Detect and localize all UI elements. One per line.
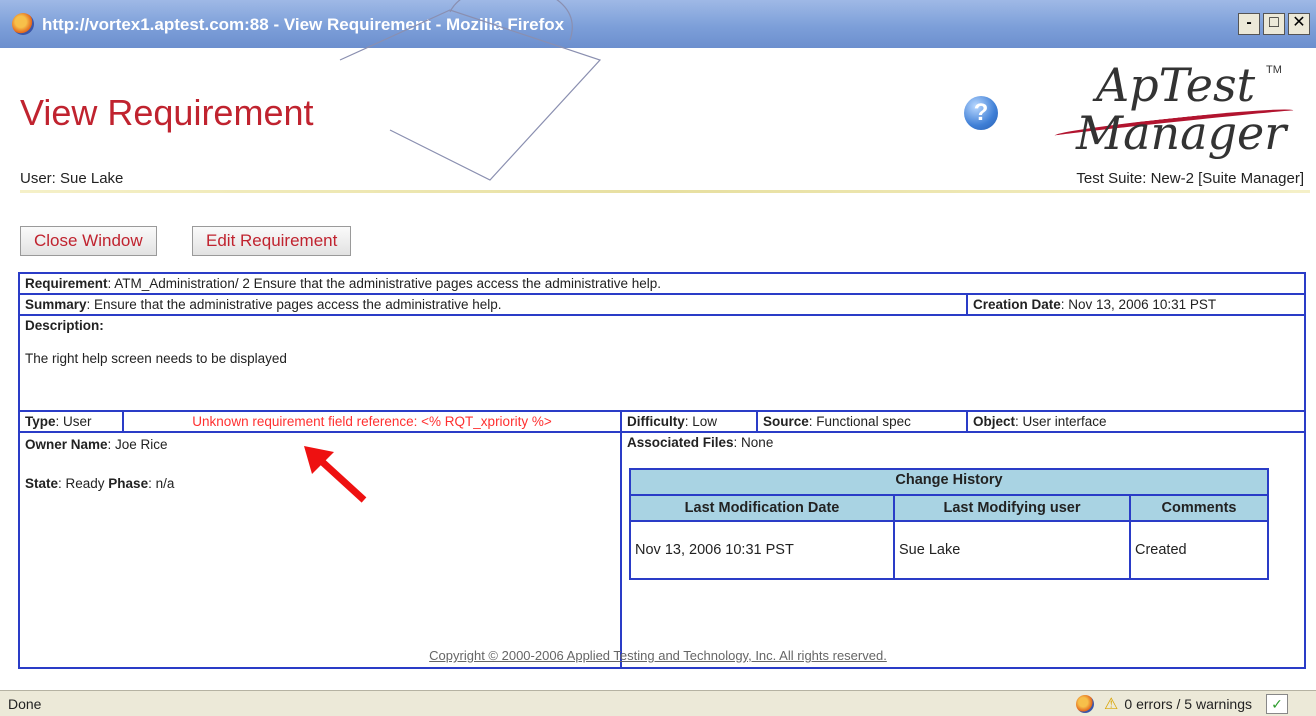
requirement-row: Requirement: ATM_Administration/ 2 Ensur… [17, 272, 1307, 295]
page-title: View Requirement [20, 92, 314, 133]
change-history-header: Last Modification Date Last Modifying us… [629, 494, 1269, 522]
description-label: Description [25, 318, 100, 333]
state-value: : Ready [58, 476, 109, 491]
status-text: Done [8, 695, 42, 712]
edit-requirement-button[interactable]: Edit Requirement [192, 226, 352, 256]
validator-check-icon[interactable]: ✓ [1266, 693, 1288, 714]
difficulty-cell: Difficulty: Low [620, 410, 758, 433]
summary-label: Summary [25, 297, 87, 312]
requirement-cell: Requirement: ATM_Administration/ 2 Ensur… [17, 272, 1307, 295]
column-header: Last Modifying user [893, 494, 1131, 522]
state-label: State [25, 476, 59, 491]
requirement-label: Requirement [25, 276, 108, 291]
creation-date-value: : Nov 13, 2006 10:31 PST [1060, 297, 1217, 312]
table-cell: Created [1129, 520, 1269, 580]
status-bar: Done ⚠ 0 errors / 5 warnings ✓ [0, 690, 1316, 716]
creation-date-label: Creation Date [973, 297, 1061, 312]
phase-value: : n/a [148, 476, 175, 491]
summary-value: : Ensure that the administrative pages a… [86, 297, 502, 312]
difficulty-value: : Low [684, 414, 718, 429]
priority-error-cell: Unknown requirement field reference: <% … [122, 410, 622, 433]
table-row: Nov 13, 2006 10:31 PST Sue Lake Created [629, 520, 1269, 580]
current-user: User: Sue Lake [20, 170, 124, 187]
requirement-details-table: Requirement: ATM_Administration/ 2 Ensur… [17, 272, 1307, 669]
test-suite-label: Test Suite: New-2 [Suite Manager] [1076, 170, 1304, 187]
firefox-status-icon[interactable] [1076, 694, 1095, 713]
description-text: The right help screen needs to be displa… [25, 351, 287, 366]
source-value: : Functional spec [808, 414, 911, 429]
firefox-icon [12, 13, 34, 35]
column-header: Comments [1129, 494, 1269, 522]
associated-files-line: Associated Files: None [627, 435, 1299, 450]
associated-files-label: Associated Files [627, 435, 734, 450]
owner-value: : Joe Rice [107, 437, 168, 452]
header-divider [20, 190, 1310, 193]
object-label: Object [973, 414, 1016, 429]
source-cell: Source: Functional spec [756, 410, 968, 433]
lower-row: Owner Name: Joe Rice State: Ready Phase:… [18, 431, 1307, 669]
description-colon: : [99, 318, 104, 333]
warning-icon[interactable]: ⚠ [1104, 694, 1118, 714]
logo-text-aptest: ApTest [1096, 58, 1256, 112]
description-cell: Description: The right help screen needs… [17, 314, 1307, 412]
source-label: Source [763, 414, 809, 429]
copyright-link[interactable]: Copyright © 2000-2006 Applied Testing an… [0, 648, 1316, 663]
object-cell: Object: User interface [965, 410, 1307, 433]
object-value: : User interface [1015, 414, 1107, 429]
difficulty-label: Difficulty [627, 414, 685, 429]
type-cell: Type: User [18, 410, 124, 433]
owner-label: Owner Name [25, 437, 108, 452]
summary-cell: Summary: Ensure that the administrative … [18, 293, 968, 316]
column-header: Last Modification Date [629, 494, 895, 522]
type-value: : User [55, 414, 92, 429]
table-cell: Sue Lake [893, 520, 1131, 580]
logo-trademark: TM [1266, 64, 1282, 76]
logo-text-manager: Manager [1076, 106, 1287, 160]
requirement-value: : ATM_Administration/ 2 Ensure that the … [107, 276, 662, 291]
watermark-outline [339, 0, 602, 181]
field-reference-error: Unknown requirement field reference: <% … [192, 414, 552, 429]
window-controls: - □ ✕ [1238, 13, 1310, 35]
table-cell: Nov 13, 2006 10:31 PST [629, 520, 895, 580]
type-label: Type [25, 414, 56, 429]
annotation-arrow-icon [304, 446, 367, 503]
associated-files-value: : None [733, 435, 774, 450]
summary-row: Summary: Ensure that the administrative … [18, 293, 1307, 316]
description-row: Description: The right help screen needs… [17, 314, 1307, 412]
close-button[interactable]: ✕ [1288, 13, 1310, 35]
change-history-table: Change History Last Modification Date La… [629, 468, 1269, 580]
close-window-button[interactable]: Close Window [20, 226, 157, 256]
aptest-manager-logo: ApTest TM Manager [1040, 58, 1310, 168]
change-history-title: Change History [629, 468, 1269, 496]
maximize-button[interactable]: □ [1263, 13, 1285, 35]
creation-date-cell: Creation Date: Nov 13, 2006 10:31 PST [965, 293, 1307, 316]
minimize-button[interactable]: - [1238, 13, 1260, 35]
help-icon[interactable]: ? [964, 96, 998, 130]
files-history-cell: Associated Files: None Change History La… [619, 431, 1307, 669]
attributes-row: Type: User Unknown requirement field ref… [18, 410, 1307, 433]
error-console-summary[interactable]: 0 errors / 5 warnings [1124, 696, 1252, 712]
phase-label: Phase [108, 476, 149, 491]
